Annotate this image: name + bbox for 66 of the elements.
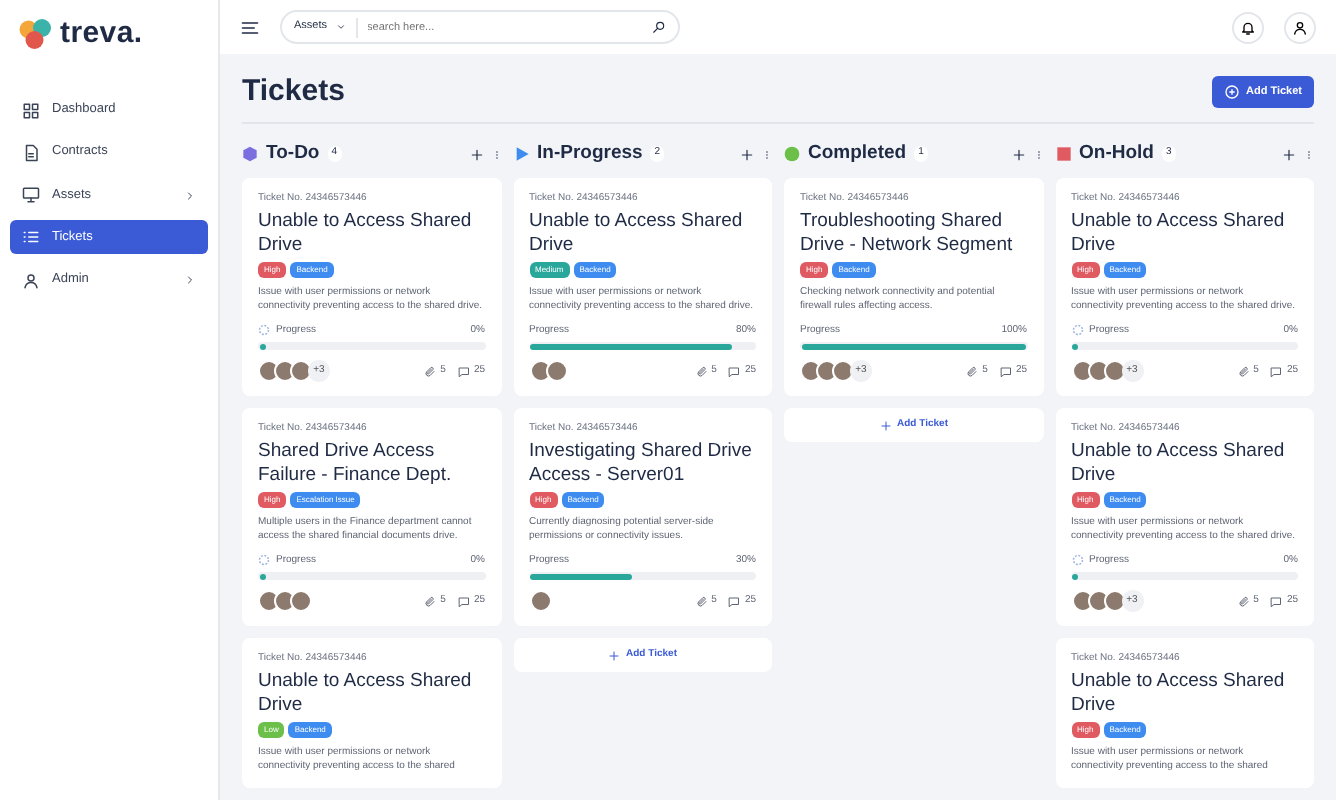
avatar-photo-placeholder — [274, 590, 296, 612]
logo-icon — [18, 16, 54, 53]
plus-icon[interactable] — [1011, 147, 1025, 161]
profile-button[interactable] — [1284, 11, 1316, 43]
paperclip-icon — [424, 365, 437, 377]
bell-icon — [1240, 19, 1256, 35]
logo-text: treva. — [60, 14, 143, 54]
ticket-title: Investigating Shared Drive Access - Server01 — [529, 439, 754, 487]
user-icon — [1292, 19, 1308, 35]
avatar-photo-placeholder — [290, 360, 312, 382]
ticket-title: Troubleshooting Shared Drive - Network Segment — [800, 209, 1015, 257]
avatar-photo-placeholder — [800, 360, 822, 382]
comment-icon — [457, 595, 470, 607]
spinner-icon — [258, 554, 270, 567]
plus-icon[interactable] — [740, 147, 754, 161]
comment-icon — [1270, 595, 1283, 607]
ticket-title: Unable to Access Shared Drive — [1071, 669, 1287, 717]
avatar-photo-placeholder — [274, 360, 296, 382]
comment-icon — [728, 365, 741, 377]
monitor-icon — [22, 186, 40, 205]
spinner-icon — [258, 324, 270, 337]
plus-icon — [879, 419, 892, 431]
comment-icon — [999, 365, 1012, 377]
column-title: Completed — [808, 139, 907, 168]
comment-icon — [457, 365, 470, 377]
column-title: On-Hold — [1079, 139, 1154, 168]
ticket-title: Unable to Access Shared Drive — [1071, 209, 1287, 257]
avatar-photo-placeholder — [529, 590, 551, 612]
column-title: In-Progress — [537, 139, 643, 168]
avatar-photo-placeholder — [1071, 360, 1093, 382]
spinner-icon — [1071, 324, 1083, 337]
chevron-down-icon — [335, 22, 346, 32]
list-icon — [22, 228, 40, 247]
paperclip-icon — [1237, 595, 1250, 607]
plus-icon[interactable] — [469, 147, 483, 161]
ticket-title: Unable to Access Shared Drive — [1071, 439, 1287, 487]
user-icon — [22, 271, 40, 290]
ticket-title: Unable to Access Shared Drive — [258, 209, 474, 257]
avatar-photo-placeholder — [1071, 590, 1093, 612]
spinner-icon — [1071, 554, 1083, 567]
column-title: To-Do — [266, 139, 320, 168]
search-icon — [652, 20, 666, 34]
plus-circle-icon — [1223, 84, 1240, 100]
avatar-photo-placeholder — [529, 360, 551, 382]
paperclip-icon — [695, 595, 708, 607]
avatar-photo-placeholder — [545, 360, 567, 382]
paperclip-icon — [1237, 365, 1250, 377]
plus-icon[interactable] — [1282, 147, 1296, 161]
plus-icon — [608, 649, 621, 661]
ticket-title: Unable to Access Shared Drive — [258, 669, 474, 717]
paperclip-icon — [966, 365, 979, 377]
avatar-photo-placeholder — [832, 360, 854, 382]
notification-button[interactable] — [1232, 11, 1264, 43]
avatar-photo-placeholder — [258, 360, 280, 382]
avatar-photo-placeholder — [258, 590, 280, 612]
menu-icon[interactable] — [240, 17, 260, 37]
comment-icon — [1270, 365, 1283, 377]
avatar-photo-placeholder — [290, 590, 312, 612]
paperclip-icon — [695, 365, 708, 377]
document-icon — [22, 143, 40, 162]
ticket-title: Shared Drive Access Failure - Finance Dept. — [258, 439, 454, 487]
paperclip-icon — [424, 595, 437, 607]
page-title: Tickets — [242, 74, 345, 110]
comment-icon — [728, 595, 741, 607]
ticket-title: Unable to Access Shared Drive — [529, 209, 745, 257]
grid-icon — [22, 101, 40, 119]
